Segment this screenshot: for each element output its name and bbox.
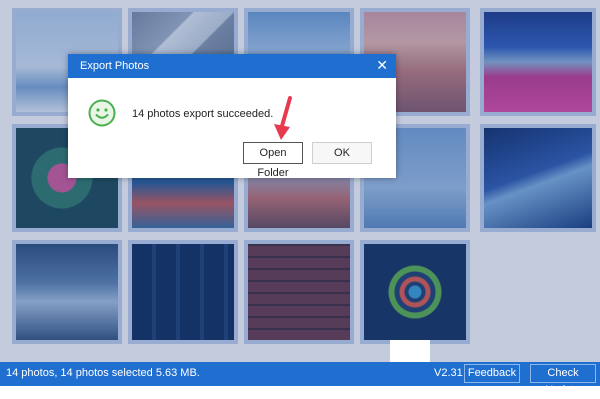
photo-thumbnail[interactable] [480,124,596,232]
open-folder-button[interactable]: Open Folder [243,142,303,179]
feedback-button[interactable]: Feedback [464,364,520,383]
photo-thumbnail[interactable] [480,8,596,116]
photo-thumbnail[interactable] [244,240,354,344]
export-success-message: 14 photos export succeeded. [132,108,274,120]
photo-thumbnail[interactable] [360,240,470,344]
ok-button[interactable]: OK [312,142,372,164]
photo-thumbnail[interactable] [128,240,238,344]
dialog-titlebar: Export Photos ✕ [68,54,396,78]
empty-area [390,340,430,362]
export-photos-dialog: Export Photos ✕ 14 photos export succeed… [68,54,396,179]
dialog-title: Export Photos [80,60,150,72]
smiley-face-icon [88,99,116,127]
pointer-arrow-icon [274,96,292,140]
check-update-button[interactable]: Check Update [530,364,596,396]
version-label: V2.31 [434,367,463,379]
close-icon[interactable]: ✕ [376,57,388,73]
photo-thumbnail[interactable] [12,240,122,344]
status-bar: 14 photos, 14 photos selected 5.63 MB. V… [0,362,600,396]
selection-status-text: 14 photos, 14 photos selected 5.63 MB. [6,367,200,379]
